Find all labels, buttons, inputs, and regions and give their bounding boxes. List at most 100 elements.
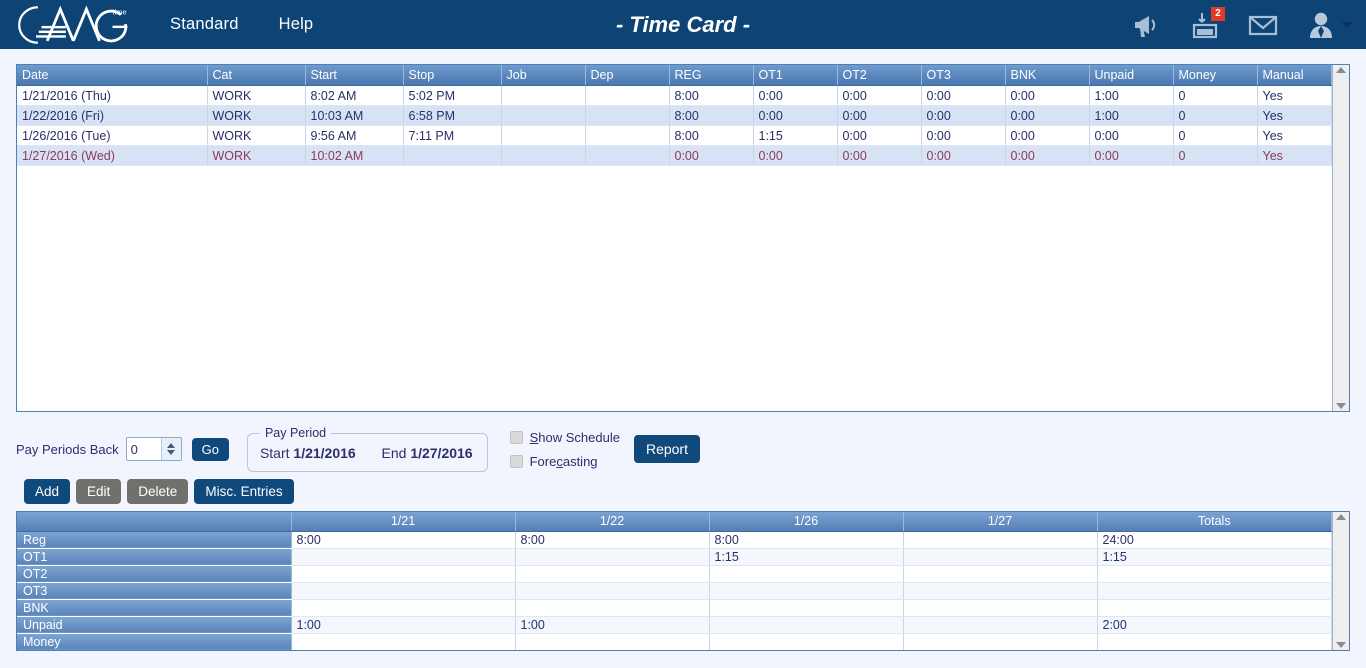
amg-time-logo[interactable]: time: [8, 3, 148, 47]
cell-unpaid: 1:00: [1089, 86, 1173, 106]
table-row[interactable]: 1/21/2016 (Thu)WORK8:02 AM5:02 PM8:000:0…: [17, 86, 1332, 106]
summary-cell: [1097, 599, 1332, 616]
scroll-up-icon[interactable]: [1336, 67, 1346, 73]
summary-cell: [1097, 565, 1332, 582]
cell-dep: [585, 86, 669, 106]
column-header-cat[interactable]: Cat: [207, 65, 305, 86]
megaphone-icon[interactable]: [1131, 9, 1163, 41]
summary-cell: [291, 548, 515, 565]
summary-cell: [515, 565, 709, 582]
summary-cell: 8:00: [515, 531, 709, 548]
cell-start: 8:02 AM: [305, 86, 403, 106]
cell-dep: [585, 126, 669, 146]
chevron-down-icon[interactable]: [1342, 22, 1352, 28]
cell-start: 9:56 AM: [305, 126, 403, 146]
summary-cell: 1:00: [291, 616, 515, 633]
app-header: time Standard Help - Time Card - 2: [0, 0, 1366, 49]
column-header-job[interactable]: Job: [501, 65, 585, 86]
summary-row: Unpaid1:001:002:00: [17, 616, 1332, 633]
column-header-reg[interactable]: REG: [669, 65, 753, 86]
cell-stop: [403, 146, 501, 166]
action-button-row: AddEditDeleteMisc. Entries: [24, 479, 294, 504]
svg-text:time: time: [113, 7, 127, 16]
column-header-manual[interactable]: Manual: [1257, 65, 1332, 86]
summary-column-header[interactable]: 1/22: [515, 512, 709, 531]
cell-start: 10:02 AM: [305, 146, 403, 166]
column-header-bnk[interactable]: BNK: [1005, 65, 1089, 86]
summary-cell: [709, 616, 903, 633]
cell-ot1: 1:15: [753, 126, 837, 146]
scroll-up-icon[interactable]: [1336, 514, 1346, 520]
cell-manual: Yes: [1257, 106, 1332, 126]
column-header-money[interactable]: Money: [1173, 65, 1257, 86]
pay-period-legend: Pay Period: [260, 426, 331, 440]
table-row[interactable]: 1/22/2016 (Fri)WORK10:03 AM6:58 PM8:000:…: [17, 106, 1332, 126]
go-button[interactable]: Go: [192, 438, 229, 461]
summary-row: BNK: [17, 599, 1332, 616]
pay-periods-back-stepper[interactable]: [126, 437, 182, 461]
nav-item-help[interactable]: Help: [279, 15, 314, 34]
pay-period-range: Start 1/21/2016 End 1/27/2016: [260, 445, 473, 461]
pay-period-end-value: 1/27/2016: [410, 445, 472, 461]
summary-cell: 1:15: [1097, 548, 1332, 565]
stepper-up-icon[interactable]: [167, 443, 175, 448]
summary-column-header[interactable]: 1/21: [291, 512, 515, 531]
summary-row-label: BNK: [17, 599, 291, 616]
cell-dep: [585, 106, 669, 126]
cell-cat: WORK: [207, 146, 305, 166]
timecard-vertical-scrollbar[interactable]: [1332, 65, 1349, 411]
checkbox-box[interactable]: [510, 431, 523, 444]
table-row[interactable]: 1/27/2016 (Wed)WORK10:02 AM0:000:000:000…: [17, 146, 1332, 166]
stepper-down-icon[interactable]: [167, 450, 175, 455]
forecasting-checkbox[interactable]: Forecasting: [510, 454, 620, 469]
column-header-dep[interactable]: Dep: [585, 65, 669, 86]
cell-reg: 8:00: [669, 106, 753, 126]
column-header-ot1[interactable]: OT1: [753, 65, 837, 86]
nav-item-standard[interactable]: Standard: [170, 15, 239, 34]
cell-reg: 0:00: [669, 146, 753, 166]
cell-ot2: 0:00: [837, 106, 921, 126]
summary-cell: [903, 616, 1097, 633]
cell-reg: 8:00: [669, 126, 753, 146]
summary-column-header[interactable]: Totals: [1097, 512, 1332, 531]
summary-row-label: OT1: [17, 548, 291, 565]
scroll-down-icon[interactable]: [1336, 642, 1346, 648]
cell-start: 10:03 AM: [305, 106, 403, 126]
cell-date: 1/26/2016 (Tue): [17, 126, 207, 146]
user-menu[interactable]: [1305, 9, 1352, 41]
table-row[interactable]: 1/26/2016 (Tue)WORK9:56 AM7:11 PM8:001:1…: [17, 126, 1332, 146]
column-header-unpaid[interactable]: Unpaid: [1089, 65, 1173, 86]
cell-unpaid: 0:00: [1089, 126, 1173, 146]
cell-cat: WORK: [207, 106, 305, 126]
cell-manual: Yes: [1257, 86, 1332, 106]
column-header-ot3[interactable]: OT3: [921, 65, 1005, 86]
controls-bar: Pay Periods Back Go Pay Period Start 1/2…: [16, 420, 1350, 478]
column-header-date[interactable]: Date: [17, 65, 207, 86]
cell-bnk: 0:00: [1005, 86, 1089, 106]
summary-column-header[interactable]: 1/27: [903, 512, 1097, 531]
report-button[interactable]: Report: [634, 435, 700, 463]
user-avatar-icon[interactable]: [1305, 9, 1337, 41]
summary-cell: [903, 582, 1097, 599]
column-header-stop[interactable]: Stop: [403, 65, 501, 86]
stepper-buttons[interactable]: [161, 438, 181, 460]
scroll-down-icon[interactable]: [1336, 403, 1346, 409]
checkbox-box[interactable]: [510, 455, 523, 468]
summary-vertical-scrollbar[interactable]: [1332, 512, 1349, 650]
summary-cell: 1:00: [515, 616, 709, 633]
add-button[interactable]: Add: [24, 479, 70, 504]
misc-entries-button[interactable]: Misc. Entries: [194, 479, 293, 504]
summary-row-label: Reg: [17, 531, 291, 548]
column-header-ot2[interactable]: OT2: [837, 65, 921, 86]
timecard-grid: DateCatStartStopJobDepREGOT1OT2OT3BNKUnp…: [16, 64, 1350, 412]
cell-manual: Yes: [1257, 146, 1332, 166]
summary-cell: 8:00: [709, 531, 903, 548]
column-header-start[interactable]: Start: [305, 65, 403, 86]
inbox-icon[interactable]: 2: [1189, 9, 1221, 41]
pay-periods-back-input[interactable]: [127, 438, 161, 460]
envelope-icon[interactable]: [1247, 9, 1279, 41]
summary-column-header[interactable]: 1/26: [709, 512, 903, 531]
summary-row-label: OT3: [17, 582, 291, 599]
show-schedule-checkbox[interactable]: Show Schedule: [510, 430, 620, 445]
pay-period-group: Pay Period Start 1/21/2016 End 1/27/2016: [247, 426, 488, 472]
